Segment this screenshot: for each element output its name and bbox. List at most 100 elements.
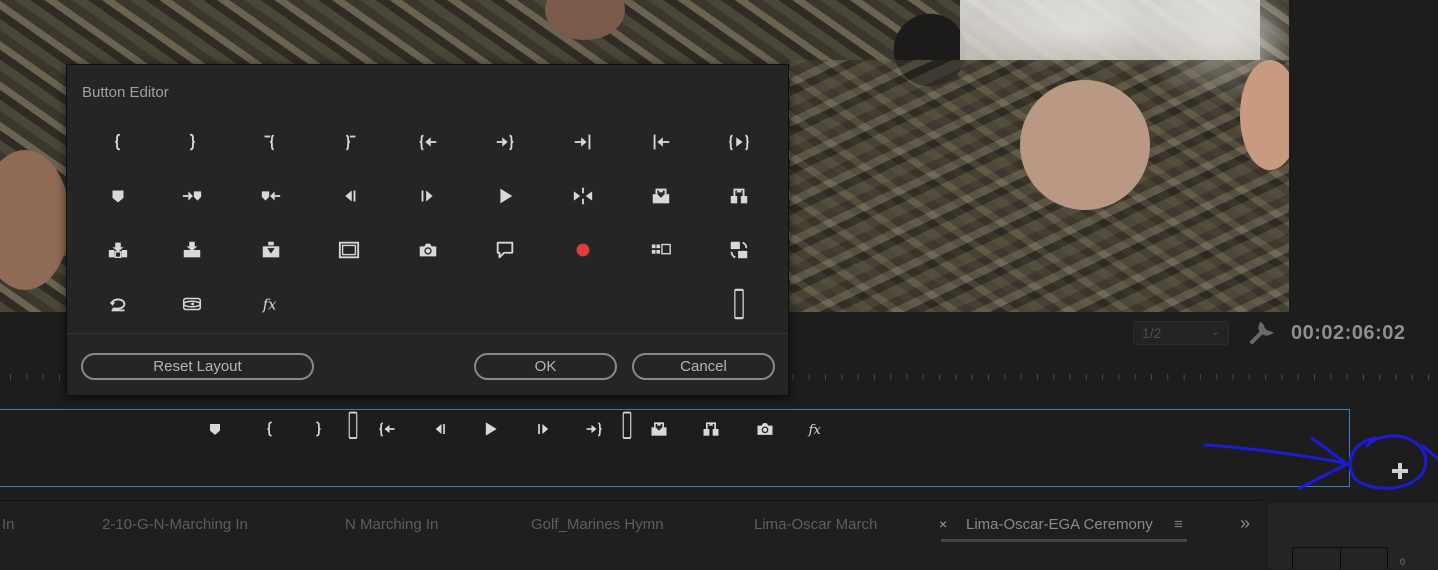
dialog-divider [67,333,788,334]
editor-button-go-to-out[interactable] [485,122,525,162]
editor-button-effects[interactable]: fx [251,284,291,324]
effects-icon: fx [808,423,822,438]
bar-button-go-to-in[interactable] [376,418,398,440]
tab-sequence[interactable]: In [2,516,15,533]
play-stop-icon [500,188,513,204]
editor-button-mark-out[interactable] [172,122,212,162]
editor-button-loop[interactable] [98,284,138,324]
tab-sequence[interactable]: Golf_Marines Hymn [531,516,664,533]
editor-button-go-to-in[interactable] [408,122,448,162]
bar-button-mark-out[interactable] [307,418,329,440]
go-to-next-edit-icon [574,134,591,150]
editor-button-vr-video[interactable] [172,284,212,324]
lift-icon [652,188,670,204]
tab-menu-icon[interactable]: ≡ [1174,516,1183,533]
go-to-next-marker-icon [261,191,281,201]
tab-overflow-icon[interactable]: » [1240,513,1250,534]
overwrite-icon [183,241,201,258]
bar-button-step-back[interactable] [428,418,450,440]
bar-button-go-to-out[interactable] [583,418,605,440]
export-frame-icon [419,243,437,257]
ok-button[interactable]: OK [474,353,617,380]
vr-video-icon [183,297,201,311]
editor-button-clear-out[interactable] [329,122,369,162]
toggle-proxies-icon [730,241,748,259]
bar-button-extract[interactable] [700,418,722,440]
annotation-arrow-circle [1203,434,1438,490]
replace-icon [262,241,280,258]
editor-button-mark-in[interactable] [98,122,138,162]
bar-button-step-forward[interactable] [533,418,555,440]
play-in-to-out-icon [729,134,749,151]
editor-button-clear-in[interactable] [251,122,291,162]
editor-button-go-to-next-edit[interactable] [563,122,603,162]
video-background [960,0,1260,60]
add-marker-icon [210,424,220,435]
bar-button-add-marker[interactable] [204,418,226,440]
editor-button-add-marker[interactable] [98,176,138,216]
clear-out-icon [346,134,356,151]
comment-icon [496,241,514,259]
step-back-icon [435,424,445,434]
video-head [0,150,70,290]
add-marker-icon [112,190,124,203]
go-to-previous-edit-icon [653,134,670,150]
go-to-previous-marker-icon [182,191,202,201]
cancel-button[interactable]: Cancel [632,353,775,380]
editor-button-step-back[interactable] [329,176,369,216]
editor-button-multi-camera[interactable] [641,230,681,270]
bar-button-lift[interactable] [648,418,670,440]
bar-button-effects[interactable]: fx [805,418,827,440]
tab-sequence[interactable]: 2-10-G-N-Marching In [102,516,248,533]
mark-in-icon [267,421,272,437]
spacer-icon [734,288,744,320]
editor-button-go-to-previous-marker[interactable] [172,176,212,216]
extract-icon [730,188,748,204]
editor-button-safe-margins[interactable] [329,230,369,270]
editor-button-play-in-to-out[interactable] [719,122,759,162]
reset-layout-button[interactable]: Reset Layout [81,353,314,380]
editor-button-overwrite[interactable] [172,230,212,270]
bar-button-spacer[interactable] [616,411,638,439]
play-stop-icon [485,422,497,436]
button-bar-drop-zone[interactable] [0,409,1350,487]
bar-button-play-stop[interactable] [479,418,501,440]
editor-button-comment[interactable] [485,230,525,270]
editor-button-toggle-proxies[interactable] [719,230,759,270]
editor-button-go-to-previous-edit[interactable] [641,122,681,162]
audio-meter [1292,547,1388,570]
mark-out-icon [316,421,321,437]
editor-button-step-forward[interactable] [408,176,448,216]
effects-icon: fx [262,297,277,314]
editor-button-export-frame[interactable] [408,230,448,270]
bar-button-mark-in[interactable] [259,418,281,440]
editor-button-extract[interactable] [719,176,759,216]
editor-button-replace[interactable] [251,230,291,270]
resolution-value: 1/2 [1142,325,1162,341]
tab-sequence-active[interactable]: Lima-Oscar-EGA Ceremony [966,516,1153,533]
editor-button-lift[interactable] [641,176,681,216]
bar-button-spacer[interactable] [342,411,364,439]
svg-text:fx: fx [262,297,277,314]
resolution-select[interactable]: 1/2 ⌄ [1133,321,1229,345]
bar-button-export-frame[interactable] [754,418,776,440]
mark-out-icon [190,133,195,151]
tab-sequence[interactable]: Lima-Oscar March [754,516,877,533]
close-tab-icon[interactable]: × [939,516,947,532]
multi-camera-icon [651,243,671,255]
editor-button-spacer[interactable] [719,284,759,324]
safe-margins-icon [338,241,360,259]
playhead-timecode[interactable]: 00:02:06:02 [1291,322,1405,345]
editor-button-record[interactable] [563,230,603,270]
step-forward-icon [421,190,433,202]
tab-sequence[interactable]: N Marching In [345,516,438,533]
editor-button-play-stop[interactable] [485,176,525,216]
editor-button-go-to-next-marker[interactable] [251,176,291,216]
go-to-in-icon [379,422,395,437]
go-to-in-icon [419,134,437,151]
spacer-icon [348,411,358,439]
editor-button-insert[interactable] [98,230,138,270]
lift-icon [651,422,667,436]
wrench-icon[interactable] [1248,320,1274,346]
editor-button-trim-monitor[interactable] [563,176,603,216]
